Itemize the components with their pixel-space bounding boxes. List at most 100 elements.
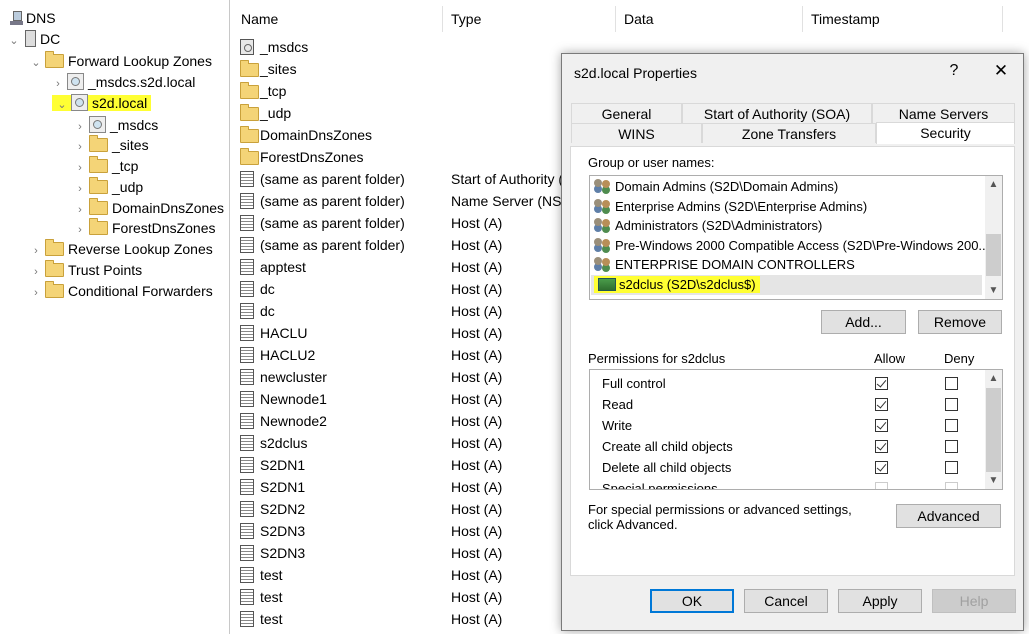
tree-node-msdcs[interactable]: › _msdcs [74, 115, 158, 135]
record-type: Host (A) [451, 391, 503, 407]
folder-icon [45, 51, 64, 68]
tab-wins[interactable]: WINS [571, 123, 702, 143]
group-name: Pre-Windows 2000 Compatible Access (S2D\… [615, 237, 990, 253]
folder-icon [45, 239, 64, 256]
column-header-type[interactable]: Type [443, 6, 616, 32]
console-tree: DNS ⌄ DC ⌄ Forward Lookup Zones › _msdcs.s2… [0, 0, 230, 634]
tab-security[interactable]: Security [876, 122, 1015, 144]
deny-checkbox[interactable] [945, 419, 958, 432]
help-button[interactable]: Help [932, 589, 1016, 613]
tree-node-forward-lookup-zones[interactable]: ⌄ Forward Lookup Zones [30, 51, 212, 71]
deny-checkbox[interactable] [945, 461, 958, 474]
record-type: Host (A) [451, 347, 503, 363]
chevron-right-icon[interactable]: › [30, 283, 42, 303]
tab-zone-transfers[interactable]: Zone Transfers [702, 123, 876, 143]
tree-node-forestdnszones[interactable]: › ForestDnsZones [74, 218, 215, 238]
record-type: Host (A) [451, 215, 503, 231]
scroll-up-icon[interactable]: ▲ [985, 176, 1002, 193]
scroll-up-icon[interactable]: ▲ [985, 370, 1002, 387]
tree-node-msdcs-zone[interactable]: › _msdcs.s2d.local [52, 72, 195, 92]
record-icon [240, 215, 254, 231]
allow-checkbox[interactable] [875, 419, 888, 432]
group-list-scrollbar[interactable]: ▲ ▼ [985, 176, 1002, 299]
record-icon [240, 611, 254, 627]
record-type: Host (A) [451, 237, 503, 253]
advanced-button[interactable]: Advanced [896, 504, 1001, 528]
deny-checkbox[interactable] [945, 482, 958, 489]
tree-node-s2d-local[interactable]: ⌄ s2d.local [52, 93, 152, 113]
record-icon [240, 589, 254, 605]
group-list-item[interactable]: Domain Admins (S2D\Domain Admins) [594, 177, 838, 197]
remove-button[interactable]: Remove [918, 310, 1002, 334]
chevron-right-icon[interactable]: › [30, 262, 42, 282]
folder-icon [89, 156, 108, 173]
tab-name-servers[interactable]: Name Servers [872, 103, 1015, 123]
highlight-marker: ⌄ s2d.local [52, 94, 152, 111]
record-name: (same as parent folder) [260, 215, 405, 231]
permission-row: Delete all child objects [602, 457, 982, 478]
allow-checkbox[interactable] [875, 440, 888, 453]
apply-button[interactable]: Apply [838, 589, 922, 613]
chevron-right-icon[interactable]: › [30, 241, 42, 261]
chevron-right-icon[interactable]: › [74, 137, 86, 157]
chevron-right-icon[interactable]: › [74, 179, 86, 199]
folder-icon [45, 260, 64, 277]
group-list[interactable]: Domain Admins (S2D\Domain Admins) Enterpr… [589, 175, 1003, 300]
deny-checkbox[interactable] [945, 377, 958, 390]
scroll-thumb[interactable] [986, 388, 1001, 472]
group-list-item[interactable]: s2dclus (S2D\s2dclus$) [591, 275, 982, 295]
record-name: dc [260, 281, 275, 297]
column-header-name[interactable]: Name [233, 6, 443, 32]
group-list-item[interactable]: Administrators (S2D\Administrators) [594, 216, 822, 236]
record-icon [240, 325, 254, 341]
tree-node-domaindnszones[interactable]: › DomainDnsZones [74, 198, 224, 218]
tab-general[interactable]: General [571, 103, 682, 123]
chevron-down-icon[interactable]: ⌄ [56, 95, 68, 115]
highlight-marker: s2dclus (S2D\s2dclus$) [594, 276, 760, 293]
tree-node-server[interactable]: ⌄ DC [8, 29, 60, 49]
chevron-down-icon[interactable]: ⌄ [8, 31, 20, 51]
ok-button[interactable]: OK [650, 589, 734, 613]
record-name: _udp [260, 105, 292, 121]
scroll-thumb[interactable] [986, 234, 1001, 276]
allow-checkbox[interactable] [875, 377, 888, 390]
group-list-item[interactable]: Pre-Windows 2000 Compatible Access (S2D\… [594, 236, 989, 256]
column-header-data[interactable]: Data [616, 6, 803, 32]
add-button[interactable]: Add... [821, 310, 906, 334]
allow-checkbox[interactable] [875, 482, 888, 489]
record-icon [240, 303, 254, 319]
tree-node-dns[interactable]: DNS [10, 8, 56, 28]
allow-checkbox[interactable] [875, 398, 888, 411]
column-header-timestamp[interactable]: Timestamp [803, 6, 1003, 32]
group-list-item[interactable]: Enterprise Admins (S2D\Enterprise Admins… [594, 197, 867, 217]
chevron-down-icon[interactable]: ⌄ [30, 53, 42, 73]
group-name: Enterprise Admins (S2D\Enterprise Admins… [615, 198, 868, 214]
allow-checkbox[interactable] [875, 461, 888, 474]
tree-node-reverse-lookup-zones[interactable]: › Reverse Lookup Zones [30, 239, 213, 259]
chevron-right-icon[interactable]: › [74, 200, 86, 220]
scroll-down-icon[interactable]: ▼ [985, 472, 1002, 489]
deny-checkbox[interactable] [945, 440, 958, 453]
record-icon [240, 545, 254, 561]
deny-checkbox[interactable] [945, 398, 958, 411]
chevron-right-icon[interactable]: › [74, 117, 86, 137]
group-list-item[interactable]: ENTERPRISE DOMAIN CONTROLLERS [594, 255, 855, 275]
tree-node-udp[interactable]: › _udp [74, 177, 143, 197]
cancel-button[interactable]: Cancel [744, 589, 828, 613]
tree-node-conditional-forwarders[interactable]: › Conditional Forwarders [30, 281, 213, 301]
scroll-down-icon[interactable]: ▼ [985, 282, 1002, 299]
tab-soa[interactable]: Start of Authority (SOA) [682, 103, 872, 123]
chevron-right-icon[interactable]: › [52, 74, 64, 94]
tree-node-sites[interactable]: › _sites [74, 135, 149, 155]
chevron-right-icon[interactable]: › [74, 220, 86, 240]
help-icon[interactable]: ? [944, 62, 964, 80]
tree-node-trust-points[interactable]: › Trust Points [30, 260, 142, 280]
close-icon[interactable]: ✕ [990, 61, 1012, 81]
folder-icon [89, 177, 108, 194]
record-name: S2DN3 [260, 523, 306, 539]
chevron-right-icon[interactable]: › [74, 158, 86, 178]
record-name: _msdcs [260, 39, 309, 55]
permissions-scrollbar[interactable]: ▲ ▼ [985, 370, 1002, 489]
record-type: Host (A) [451, 259, 503, 275]
tree-node-tcp[interactable]: › _tcp [74, 156, 138, 176]
